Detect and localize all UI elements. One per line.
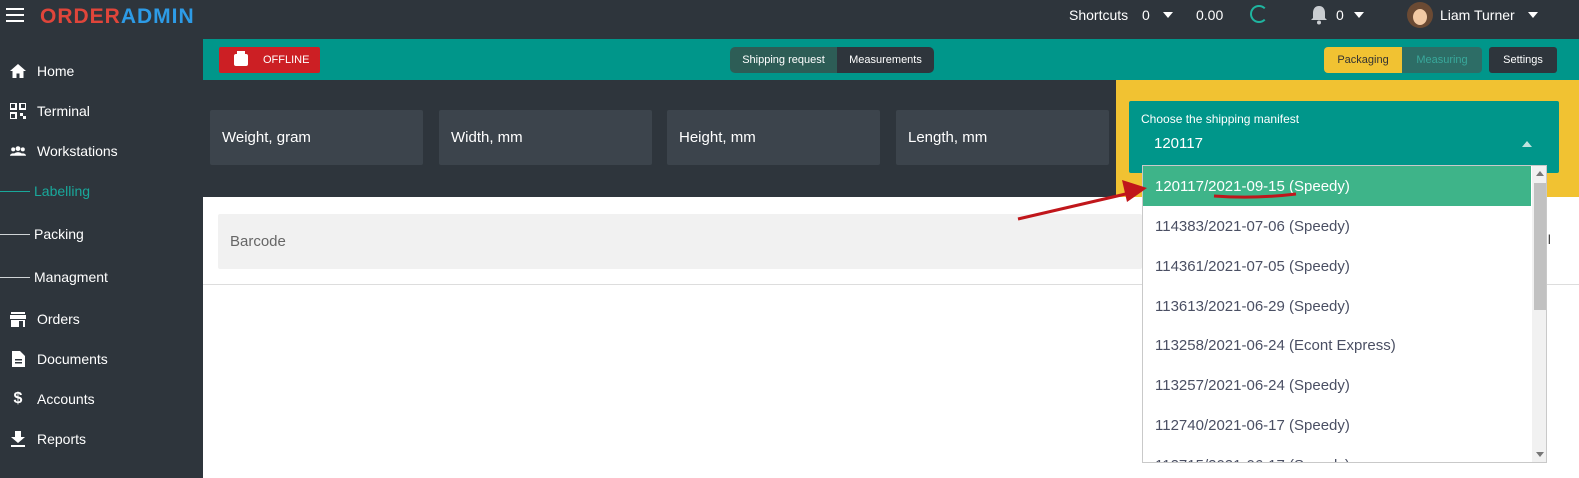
sidebar-item-label: Accounts bbox=[37, 391, 95, 407]
sidebar-item-label: Orders bbox=[37, 311, 80, 327]
dollar-icon: $ bbox=[13, 390, 23, 407]
submenu-line bbox=[0, 276, 30, 278]
submenu-line bbox=[0, 190, 30, 192]
offline-button[interactable]: OFFLINE bbox=[219, 47, 320, 73]
sidebar-item-label: Terminal bbox=[37, 103, 90, 119]
scroll-up-arrow-icon[interactable] bbox=[1536, 171, 1544, 176]
chevron-up-icon[interactable] bbox=[1522, 141, 1532, 147]
notifications-count: 0 bbox=[1336, 7, 1344, 23]
manifest-option[interactable]: 113258/2021-06-24 (Econt Express) bbox=[1143, 325, 1531, 365]
packaging-button[interactable]: Packaging bbox=[1324, 47, 1402, 73]
sidebar-item-label: Managment bbox=[34, 269, 108, 285]
people-icon bbox=[10, 143, 26, 159]
balance-value: 0.00 bbox=[1196, 7, 1224, 23]
scroll-down-arrow-icon[interactable] bbox=[1536, 452, 1544, 457]
app-logo[interactable]: ORDERADMIN bbox=[40, 5, 195, 29]
home-icon bbox=[10, 63, 26, 79]
document-icon bbox=[10, 351, 26, 367]
weight-input[interactable]: Weight, gram bbox=[210, 110, 423, 165]
scrollbar-thumb[interactable] bbox=[1534, 183, 1546, 310]
tab-measurements[interactable]: Measurements bbox=[837, 47, 934, 73]
sidebar-item-orders[interactable]: Orders bbox=[0, 301, 203, 337]
sidebar-item-label: Reports bbox=[37, 431, 87, 447]
sidebar-item-label: Documents bbox=[37, 351, 108, 367]
dropdown-scrollbar[interactable] bbox=[1532, 166, 1546, 462]
user-chevron-down-icon[interactable] bbox=[1528, 12, 1538, 18]
manifest-option[interactable]: 114361/2021-07-05 (Speedy) bbox=[1143, 246, 1531, 286]
logo-part-admin: ADMIN bbox=[120, 5, 195, 28]
notifications-chevron-down-icon[interactable] bbox=[1354, 12, 1364, 18]
manifest-option[interactable]: 113613/2021-06-29 (Speedy) bbox=[1143, 286, 1531, 326]
hamburger-menu-icon[interactable] bbox=[6, 8, 24, 22]
manifest-dropdown[interactable]: 120117/2021-09-15 (Speedy) 114383/2021-0… bbox=[1142, 165, 1547, 463]
offline-label: OFFLINE bbox=[263, 54, 310, 66]
manifest-option[interactable]: 120117/2021-09-15 (Speedy) bbox=[1143, 166, 1531, 206]
sidebar: Home Terminal Workstations Labelling Pac… bbox=[0, 39, 203, 478]
tab-shipping-request[interactable]: Shipping request bbox=[730, 47, 837, 73]
sidebar-item-managment[interactable]: Managment bbox=[0, 259, 203, 295]
avatar[interactable] bbox=[1407, 2, 1433, 28]
settings-button[interactable]: Settings bbox=[1489, 47, 1557, 73]
shortcuts-count: 0 bbox=[1142, 7, 1150, 23]
sidebar-item-label: Home bbox=[37, 63, 75, 79]
shortcuts-chevron-down-icon[interactable] bbox=[1163, 12, 1173, 18]
sidebar-item-home[interactable]: Home bbox=[0, 53, 203, 89]
bell-icon[interactable] bbox=[1310, 5, 1328, 25]
user-name[interactable]: Liam Turner bbox=[1440, 7, 1515, 23]
barcode-input[interactable]: Barcode bbox=[218, 214, 1142, 269]
top-bar: ORDERADMIN Shortcuts 0 0.00 0 Liam Turne… bbox=[0, 0, 1579, 39]
height-input[interactable]: Height, mm bbox=[667, 110, 880, 165]
manifest-label: Choose the shipping manifest bbox=[1141, 112, 1300, 126]
store-icon bbox=[10, 311, 26, 327]
sidebar-item-labelling[interactable]: Labelling bbox=[0, 173, 203, 209]
manifest-option[interactable]: 112715/2021-06-17 (Speedy) bbox=[1143, 445, 1531, 463]
sidebar-item-reports[interactable]: Reports bbox=[0, 421, 203, 457]
sidebar-item-documents[interactable]: Documents bbox=[0, 341, 203, 377]
manifest-option[interactable]: 114383/2021-07-06 (Speedy) bbox=[1143, 206, 1531, 246]
length-input[interactable]: Length, mm bbox=[896, 110, 1109, 165]
sidebar-item-terminal[interactable]: Terminal bbox=[0, 93, 203, 129]
logo-part-order: ORDER bbox=[40, 5, 121, 28]
width-input[interactable]: Width, mm bbox=[439, 110, 652, 165]
manifest-select[interactable]: Choose the shipping manifest 120117 bbox=[1129, 101, 1559, 173]
manifest-option[interactable]: 113257/2021-06-24 (Speedy) bbox=[1143, 365, 1531, 405]
refresh-icon[interactable] bbox=[1250, 5, 1268, 23]
measuring-button[interactable]: Measuring bbox=[1402, 47, 1482, 73]
manifest-option[interactable]: 112740/2021-06-17 (Speedy) bbox=[1143, 405, 1531, 445]
sidebar-item-packing[interactable]: Packing bbox=[0, 216, 203, 252]
sidebar-item-label: Packing bbox=[34, 226, 84, 242]
manifest-selected-value: 120117 bbox=[1154, 135, 1203, 152]
download-icon bbox=[10, 431, 26, 447]
sidebar-item-workstations[interactable]: Workstations bbox=[0, 133, 203, 169]
qr-icon bbox=[10, 103, 26, 119]
sidebar-item-accounts[interactable]: $ Accounts bbox=[0, 381, 203, 417]
sidebar-item-label: Labelling bbox=[34, 183, 91, 199]
sidebar-item-label: Workstations bbox=[37, 143, 118, 159]
printer-icon bbox=[234, 51, 248, 66]
shortcuts-label[interactable]: Shortcuts bbox=[1069, 7, 1128, 23]
submenu-line bbox=[0, 233, 30, 235]
